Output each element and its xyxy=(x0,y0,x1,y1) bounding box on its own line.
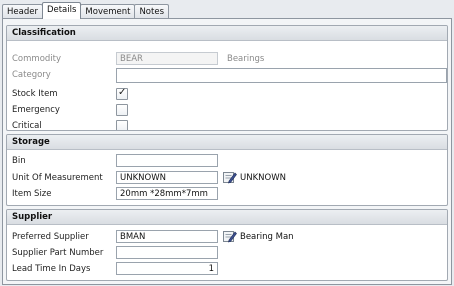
storage-group: Storage Bin Unit Of Measurement UNKNOWN … xyxy=(6,134,448,206)
preferred-supplier-label: Preferred Supplier xyxy=(12,232,89,242)
tab-header[interactable]: Header xyxy=(2,4,43,19)
supplier-part-field[interactable] xyxy=(116,246,218,259)
preferred-supplier-field[interactable]: BMAN xyxy=(116,230,218,243)
emergency-row: Emergency xyxy=(7,103,447,118)
uom-field[interactable]: UNKNOWN xyxy=(116,171,218,184)
tab-notes[interactable]: Notes xyxy=(134,4,170,19)
lead-time-label: Lead Time In Days xyxy=(12,264,91,274)
details-panel: Classification Commodity BEAR Bearings C… xyxy=(2,18,452,285)
item-size-field[interactable]: 20mm *28mm*7mm xyxy=(116,187,218,200)
item-size-label: Item Size xyxy=(12,189,52,199)
item-size-row: Item Size 20mm *28mm*7mm xyxy=(7,187,447,202)
uom-label: Unit Of Measurement xyxy=(12,173,103,183)
preferred-supplier-row: Preferred Supplier BMAN Bearing Man xyxy=(7,230,447,245)
stock-item-label: Stock Item xyxy=(12,89,58,99)
commodity-description: Bearings xyxy=(227,54,265,64)
supplier-header: Supplier xyxy=(7,210,447,225)
bin-label: Bin xyxy=(12,156,26,166)
supplier-group: Supplier Preferred Supplier BMAN Bearing… xyxy=(6,209,448,281)
critical-label: Critical xyxy=(12,121,42,131)
tab-strip: Header Details Movement Notes xyxy=(2,2,170,19)
critical-row: Critical xyxy=(7,119,447,131)
classification-group: Classification Commodity BEAR Bearings C… xyxy=(6,25,448,131)
checkmark-icon: ✓ xyxy=(118,87,127,98)
bin-row: Bin xyxy=(7,154,447,169)
tab-movement[interactable]: Movement xyxy=(80,4,136,19)
storage-header: Storage xyxy=(7,135,447,150)
stock-item-row: Stock Item ✓ xyxy=(7,87,447,102)
category-field[interactable] xyxy=(116,68,447,83)
uom-row: Unit Of Measurement UNKNOWN UNKNOWN xyxy=(7,171,447,186)
emergency-checkbox[interactable] xyxy=(116,104,128,116)
uom-description: UNKNOWN xyxy=(240,173,286,183)
commodity-row: Commodity BEAR Bearings xyxy=(7,52,447,67)
category-row: Category xyxy=(7,68,447,83)
supplier-part-label: Supplier Part Number xyxy=(12,248,104,258)
bin-field[interactable] xyxy=(116,154,218,167)
preferred-supplier-description: Bearing Man xyxy=(240,232,294,242)
classification-header: Classification xyxy=(7,26,447,41)
tab-details[interactable]: Details xyxy=(41,2,82,19)
stock-item-checkbox[interactable]: ✓ xyxy=(116,87,128,100)
supplier-part-row: Supplier Part Number xyxy=(7,246,447,261)
commodity-label: Commodity xyxy=(12,54,62,64)
critical-checkbox[interactable] xyxy=(116,120,128,130)
emergency-label: Emergency xyxy=(12,105,60,115)
lead-time-field[interactable]: 1 xyxy=(116,262,218,275)
commodity-field: BEAR xyxy=(116,52,218,65)
lookup-pencil-icon[interactable] xyxy=(223,170,237,184)
lookup-pencil-icon[interactable] xyxy=(223,229,237,243)
lead-time-row: Lead Time In Days 1 xyxy=(7,262,447,277)
category-label: Category xyxy=(12,70,51,80)
